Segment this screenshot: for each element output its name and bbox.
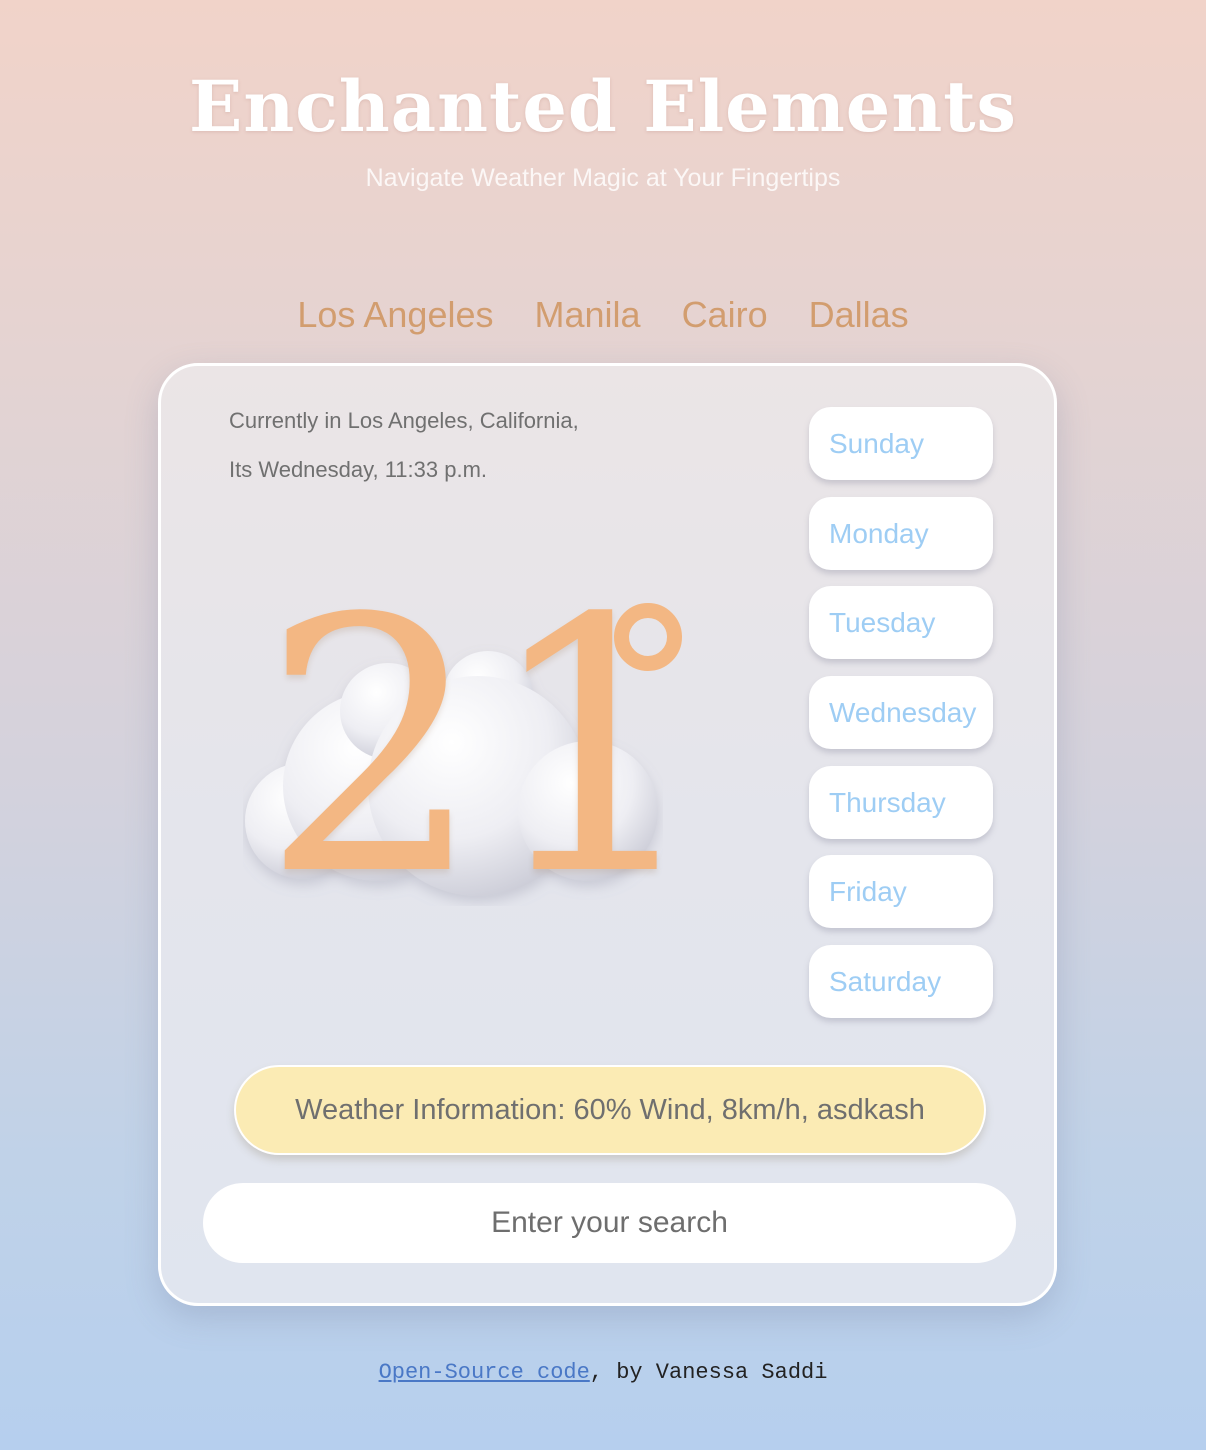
day-button-saturday[interactable]: Saturday: [809, 945, 993, 1018]
degree-symbol-icon: [614, 603, 682, 671]
search-input[interactable]: [203, 1183, 1016, 1263]
day-button-monday[interactable]: Monday: [809, 497, 993, 570]
footer: Open-Source code, by Vanessa Saddi: [0, 1356, 1206, 1390]
current-location: Currently in Los Angeles, California,: [229, 408, 579, 433]
day-button-sunday[interactable]: Sunday: [809, 407, 993, 480]
app-subtitle: Navigate Weather Magic at Your Fingertip…: [365, 164, 841, 192]
footer-credit: , by Vanessa Saddi: [589, 1360, 828, 1385]
weather-card: Currently in Los Angeles, California, It…: [158, 363, 1057, 1306]
current-time: Its Wednesday, 11:33 p.m.: [229, 457, 488, 482]
day-button-friday[interactable]: Friday: [809, 855, 993, 928]
city-link-dallas[interactable]: Dallas: [809, 290, 909, 340]
page-header: Enchanted Elements Navigate Weather Magi…: [0, 62, 1206, 194]
city-nav: Los Angeles Manila Cairo Dallas: [0, 290, 1206, 340]
day-button-tuesday[interactable]: Tuesday: [809, 586, 993, 659]
city-link-los-angeles[interactable]: Los Angeles: [297, 290, 493, 340]
city-link-manila[interactable]: Manila: [535, 290, 641, 340]
day-button-thursday[interactable]: Thursday: [809, 766, 993, 839]
city-link-cairo[interactable]: Cairo: [682, 290, 768, 340]
open-source-link[interactable]: Open-Source code: [379, 1360, 590, 1385]
day-button-wednesday[interactable]: Wednesday: [809, 676, 993, 749]
app-title: Enchanted Elements: [189, 65, 1017, 148]
weather-info-pill: Weather Information: 60% Wind, 8km/h, as…: [234, 1065, 986, 1155]
